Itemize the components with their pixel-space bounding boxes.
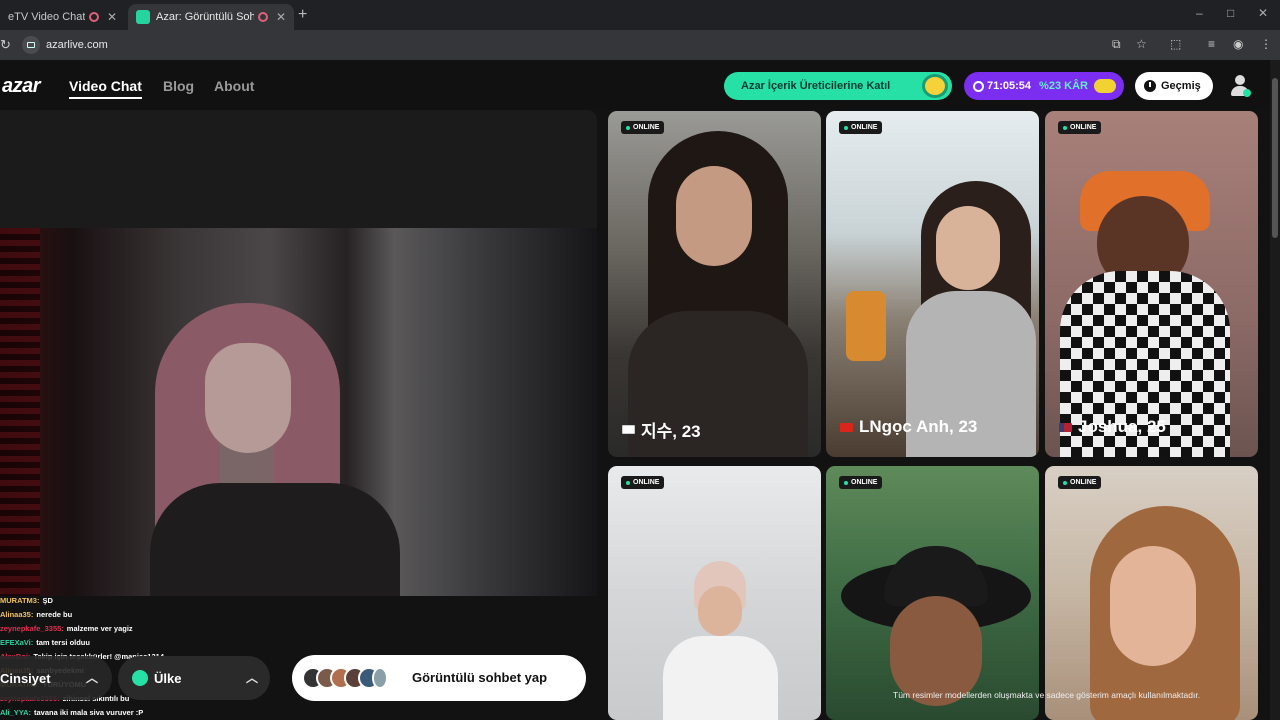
start-video-chat-button[interactable]: Görüntülü sohbet yap: [292, 655, 586, 701]
recording-icon: [257, 12, 268, 22]
countdown-timer: 71:05:54: [987, 80, 1032, 92]
nav-blog[interactable]: Blog: [163, 78, 194, 94]
chat-username: MURATM3:: [0, 596, 40, 605]
country-filter-button[interactable]: Ülke ︿: [118, 656, 270, 700]
address-bar: ↻ azarlive.com ⧉ ☆ ⬚ ≡ ◉ ⋮: [0, 30, 1280, 60]
chat-message: zeynepkafe_3355: malzeme ver yagiz: [0, 622, 300, 636]
discount-timer-button[interactable]: 71:05:54 %23 KÂR: [964, 72, 1124, 100]
browser-menu-icon[interactable]: ⋮: [1260, 37, 1272, 51]
profile-icon[interactable]: ◉: [1233, 37, 1243, 51]
online-badge: ONLINE: [839, 121, 883, 134]
profile-card[interactable]: ONLINE: [826, 466, 1039, 720]
chevron-up-icon: ︿: [245, 671, 258, 685]
page-scrollbar[interactable]: [1270, 60, 1280, 720]
history-button[interactable]: Geçmiş: [1135, 72, 1213, 100]
profile-card[interactable]: ONLINE Joshua, 25: [1045, 111, 1258, 457]
online-badge: ONLINE: [1058, 476, 1102, 489]
chat-text: tam tersi olduu: [36, 638, 90, 647]
online-badge: ONLINE: [1058, 121, 1102, 134]
chat-message: EFEXaVi: tam tersi olduu: [0, 636, 300, 650]
chat-username: zeynepkafe_3355:: [0, 624, 64, 633]
nav-video-chat[interactable]: Video Chat: [69, 78, 142, 99]
online-badge: ONLINE: [621, 476, 665, 489]
media-control-icon[interactable]: ≡: [1208, 37, 1215, 51]
start-video-chat-label: Görüntülü sohbet yap: [412, 670, 548, 685]
discount-label: %23 KÂR: [1039, 80, 1088, 92]
recording-icon: [88, 12, 99, 22]
chat-text: nerede bu: [36, 610, 73, 619]
online-badge: ONLINE: [621, 121, 665, 134]
globe-icon: [132, 670, 148, 686]
close-tab-icon[interactable]: ✕: [107, 10, 117, 24]
gender-filter-button[interactable]: Cinsiyet ︿: [0, 656, 112, 700]
close-tab-icon[interactable]: ✕: [276, 10, 286, 24]
chat-username: EFEXaVi:: [0, 638, 34, 647]
avatar: [372, 667, 388, 689]
close-window-button[interactable]: ✕: [1258, 6, 1268, 20]
coins-icon: [1094, 79, 1116, 93]
extensions-icon[interactable]: ⬚: [1170, 37, 1181, 51]
nav-about[interactable]: About: [214, 78, 254, 94]
chat-username: Ali_YYA:: [0, 708, 31, 717]
chat-text: ŞD: [42, 596, 53, 605]
browser-tab-azar[interactable]: Azar: Görüntülü Sohbet & V ✕: [128, 4, 294, 30]
bookmark-star-icon[interactable]: ☆: [1136, 37, 1147, 51]
join-creators-button[interactable]: Azar İçerik Üreticilerine Katıl: [724, 72, 952, 100]
profile-name: Joshua, 25: [1059, 417, 1166, 437]
profile-name: LNgọc Anh, 23: [840, 417, 977, 437]
browser-tab-omegle[interactable]: eTV Video Chat — Ome ✕: [0, 4, 125, 30]
chevron-up-icon: ︿: [85, 671, 98, 685]
chat-text: malzeme ver yagiz: [66, 624, 133, 633]
site-info-icon[interactable]: [22, 36, 40, 54]
profile-card[interactable]: ONLINE: [1045, 466, 1258, 720]
flag-us-icon: [1059, 422, 1072, 432]
chat-message: Alinaa35: nerede bu: [0, 608, 300, 622]
tab-title: Azar: Görüntülü Sohbet & V: [156, 11, 254, 23]
flag-vn-icon: [840, 422, 853, 432]
reload-icon[interactable]: ↻: [0, 37, 11, 53]
chat-username: Alinaa35:: [0, 610, 34, 619]
profile-name: 지수, 23: [622, 417, 701, 442]
avatar-stack: [302, 667, 388, 689]
join-creators-label: Azar İçerik Üreticilerine Katıl: [741, 80, 891, 92]
creator-decoration-icon: [922, 74, 948, 98]
install-app-icon[interactable]: ⧉: [1112, 37, 1121, 52]
tab-title: eTV Video Chat — Ome: [8, 11, 85, 23]
azar-logo[interactable]: azar: [2, 75, 41, 98]
new-tab-button[interactable]: +: [298, 6, 307, 24]
chat-message: Ali_YYA: tavana iki mala siva vuruver :P: [0, 706, 300, 720]
flag-kr-icon: [622, 425, 635, 434]
azar-favicon-icon: [136, 10, 150, 24]
profile-card[interactable]: ONLINE LNgọc Anh, 23: [826, 111, 1039, 457]
browser-tab-bar: eTV Video Chat — Ome ✕ Azar: Görüntülü S…: [0, 0, 1280, 30]
online-badge: ONLINE: [839, 476, 883, 489]
video-chat-panel: [0, 110, 597, 596]
url-field[interactable]: azarlive.com: [46, 39, 108, 51]
chat-text: tavana iki mala siva vuruver :P: [34, 708, 144, 717]
country-filter-label: Ülke: [154, 670, 182, 686]
stream-overlay-video: [0, 228, 597, 596]
profile-card[interactable]: ONLINE: [608, 466, 821, 720]
chat-message: MURATM3: ŞD: [0, 594, 300, 608]
history-label: Geçmiş: [1161, 80, 1201, 92]
user-avatar-icon[interactable]: [1229, 75, 1251, 97]
site-header: azar Video Chat Blog About Azar İçerik Ü…: [0, 60, 1280, 110]
profile-card[interactable]: ONLINE 지수, 23: [608, 111, 821, 457]
clock-icon: [973, 80, 984, 92]
maximize-button[interactable]: □: [1227, 6, 1234, 20]
minimize-button[interactable]: –: [1196, 6, 1203, 20]
history-clock-icon: [1144, 80, 1156, 92]
image-disclaimer: Tüm resimler modellerden oluşmakta ve sa…: [893, 690, 1201, 700]
gender-filter-label: Cinsiyet: [0, 670, 51, 686]
